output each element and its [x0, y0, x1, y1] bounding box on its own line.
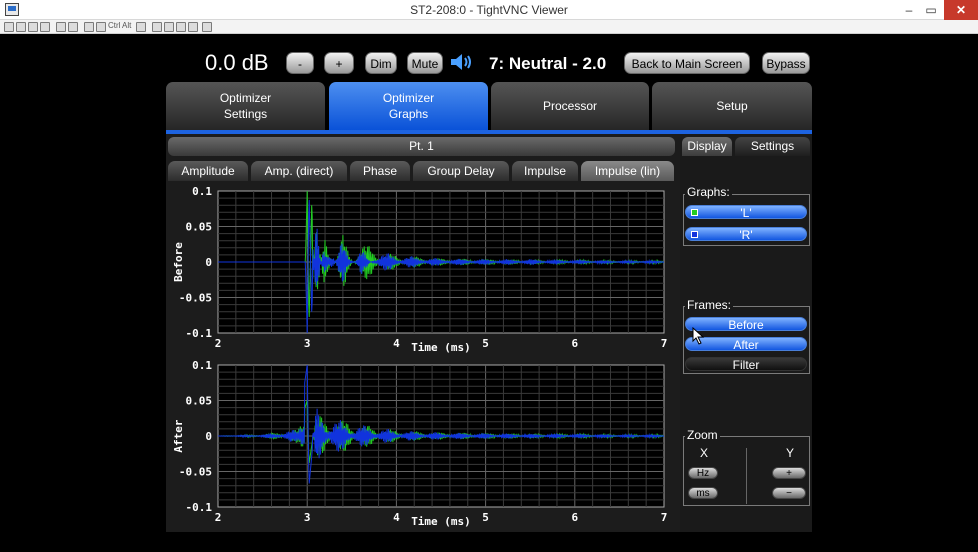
ctrl-key-button[interactable]: Ctrl — [108, 21, 120, 30]
frame-filter-toggle[interactable]: Filter — [685, 357, 807, 372]
zoom-y-in-button[interactable]: + — [772, 467, 806, 479]
left-channel-swatch — [691, 209, 698, 216]
options-icon[interactable] — [28, 22, 38, 32]
subtab-impulse[interactable]: Impulse — [512, 161, 578, 181]
x-tick-label: 5 — [482, 337, 489, 350]
minimize-button[interactable]: – — [898, 0, 920, 20]
volume-down-button[interactable]: - — [286, 52, 314, 74]
tab-label-line1: Optimizer — [382, 91, 435, 105]
back-to-main-button[interactable]: Back to Main Screen — [624, 52, 750, 74]
subtab-group-delay[interactable]: Group Delay — [413, 161, 509, 181]
zoom-y-label: Y — [786, 446, 795, 460]
y-tick-label: 0 — [205, 430, 212, 443]
speaker-icon[interactable] — [450, 53, 476, 71]
x-tick-label: 6 — [571, 337, 578, 350]
tab-setup[interactable]: Setup — [652, 82, 812, 130]
mouse-cursor-icon — [692, 327, 705, 345]
x-axis-label: Time (ms) — [411, 341, 471, 354]
y-tick-label: 0.1 — [192, 359, 212, 372]
y-axis-label: After — [172, 419, 185, 452]
graph-right-toggle[interactable]: 'R' — [685, 227, 807, 242]
x-tick-label: 2 — [215, 511, 222, 524]
y-tick-label: 0.1 — [192, 185, 212, 198]
alt-key-button[interactable]: Alt — [122, 21, 131, 30]
zoom-label: Zoom — [685, 428, 720, 442]
y-axis-label: Before — [172, 242, 185, 282]
graph-left-toggle[interactable]: 'L' — [685, 205, 807, 220]
x-axis-label: Time (ms) — [411, 515, 471, 528]
maximize-button[interactable]: ▭ — [920, 0, 942, 20]
fullscreen-icon[interactable] — [202, 22, 212, 32]
zoom-hz-button[interactable]: Hz — [688, 467, 718, 479]
tab-settings[interactable]: Settings — [735, 137, 810, 156]
zoom-in-icon[interactable] — [152, 22, 162, 32]
y-tick-label: 0.05 — [186, 395, 213, 408]
subtab-amplitude[interactable]: Amplitude — [168, 161, 248, 181]
save-icon[interactable] — [16, 22, 26, 32]
y-tick-label: -0.05 — [179, 292, 212, 305]
x-tick-label: 3 — [304, 337, 311, 350]
tab-label-line2: Settings — [223, 107, 268, 121]
tab-label-line1: Processor — [542, 99, 598, 113]
graph-right-label: 'R' — [739, 228, 753, 242]
transfer-files-icon[interactable] — [136, 22, 146, 32]
tab-label-line1: Optimizer — [219, 91, 272, 105]
y-tick-label: -0.1 — [186, 327, 213, 340]
bypass-button[interactable]: Bypass — [762, 52, 810, 74]
info-icon[interactable] — [40, 22, 50, 32]
refresh-icon[interactable] — [68, 22, 78, 32]
close-button[interactable]: ✕ — [944, 0, 978, 20]
x-tick-label: 5 — [482, 511, 489, 524]
vnc-toolbar: Ctrl Alt — [0, 20, 978, 34]
x-tick-label: 4 — [393, 337, 400, 350]
y-tick-label: 0.05 — [186, 221, 213, 234]
zoom-y-out-button[interactable]: − — [772, 487, 806, 499]
volume-readout: 0.0 dB — [205, 50, 269, 75]
point-header[interactable]: Pt. 1 — [168, 137, 675, 156]
title-bar: ST2-208:0 - TightVNC Viewer – ▭ ✕ — [0, 0, 978, 20]
preset-name: 7: Neutral - 2.0 — [489, 54, 607, 73]
zoom-fit-icon[interactable] — [188, 22, 198, 32]
zoom-ms-button[interactable]: ms — [688, 487, 718, 499]
y-tick-label: 0 — [205, 256, 212, 269]
tab-processor[interactable]: Processor — [491, 82, 649, 130]
dim-button[interactable]: Dim — [365, 52, 397, 74]
tab-label-line1: Setup — [716, 99, 748, 113]
x-tick-label: 2 — [215, 337, 222, 350]
window-title: ST2-208:0 - TightVNC Viewer — [410, 3, 568, 17]
right-channel-swatch — [691, 231, 698, 238]
zoom-out-icon[interactable] — [164, 22, 174, 32]
frames-label: Frames: — [685, 298, 734, 312]
pause-icon[interactable] — [56, 22, 66, 32]
mute-button[interactable]: Mute — [407, 52, 443, 74]
new-connection-icon[interactable] — [4, 22, 14, 32]
x-tick-label: 7 — [661, 337, 668, 350]
ctrl-alt-del-icon[interactable] — [84, 22, 94, 32]
tab-optimizer-settings[interactable]: Optimizer Settings — [166, 82, 325, 130]
start-menu-icon[interactable] — [96, 22, 106, 32]
x-tick-label: 6 — [571, 511, 578, 524]
x-tick-label: 4 — [393, 511, 400, 524]
tab-optimizer-graphs[interactable]: Optimizer Graphs — [329, 82, 488, 130]
impulse-graphs: 0.10.050-0.05-0.12 3 4 5 6 7Time (ms)Before0.… — [172, 185, 667, 528]
graph-left-label: 'L' — [740, 206, 752, 220]
zoom-x-label: X — [700, 446, 709, 460]
subtab-phase[interactable]: Phase — [350, 161, 410, 181]
x-tick-label: 7 — [661, 511, 668, 524]
subtab-amp-direct[interactable]: Amp. (direct) — [251, 161, 347, 181]
subtab-impulse-lin[interactable]: Impulse (lin) — [581, 161, 674, 181]
chart-after: 0.1 0.05 0 -0.05 -0.12 3 4 5 6 7 Time (ms) After — [172, 359, 667, 528]
tab-label-line2: Graphs — [388, 107, 429, 121]
y-tick-label: -0.1 — [186, 501, 213, 514]
x-tick-label: 3 — [304, 511, 311, 524]
zoom-divider — [746, 448, 747, 504]
graphs-label: Graphs: — [685, 185, 732, 199]
y-tick-label: -0.05 — [179, 466, 212, 479]
volume-up-button[interactable]: + — [324, 52, 354, 74]
graphs-area: 0.1 0.05 0 -0.05 -0.1 2 3 4 5 6 7 Time (ms) Before 0.… — [166, 182, 678, 537]
zoom-100-icon[interactable] — [176, 22, 186, 32]
chart-before: 0.1 0.05 0 -0.05 -0.12 3 4 5 6 7 Time (ms) Before — [172, 185, 667, 354]
tab-display[interactable]: Display — [682, 137, 732, 156]
